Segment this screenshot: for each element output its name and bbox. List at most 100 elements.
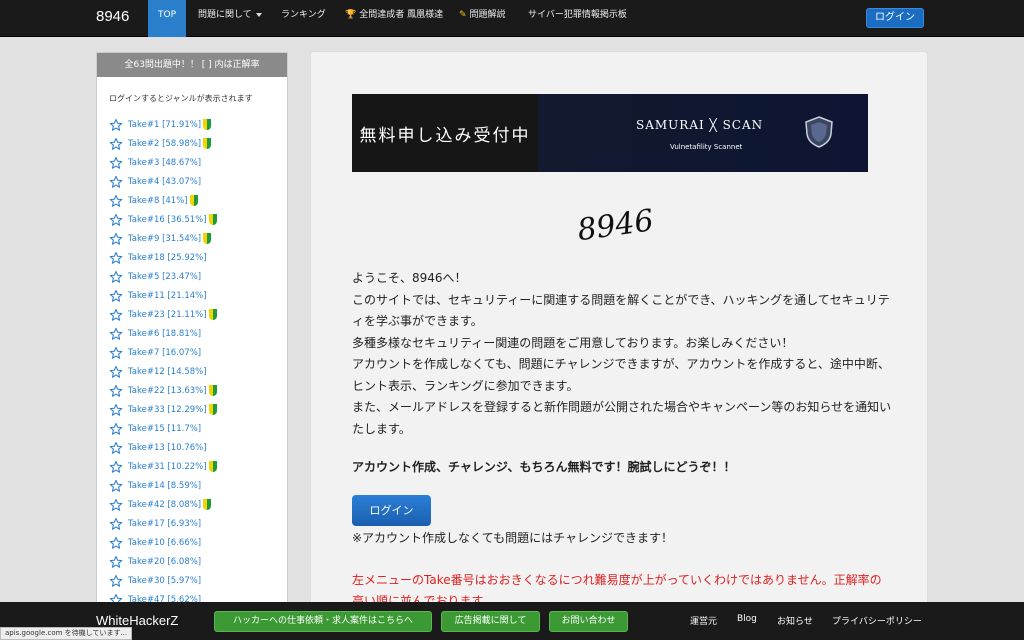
footer-brand[interactable]: WhiteHackerZ <box>96 613 178 628</box>
sidebar-take-item[interactable]: Take#4 [43.07%] <box>109 172 287 191</box>
samurai-scan-banner[interactable]: 無料申し込み受付中 SAMURAI ╳ SCAN Vulnetafility S… <box>352 94 868 172</box>
take-label[interactable]: Take#18 [25.92%] <box>128 253 207 263</box>
star-icon[interactable] <box>109 365 123 379</box>
sidebar-take-item[interactable]: Take#2 [58.98%] <box>109 134 287 153</box>
take-label[interactable]: Take#15 [11.7%] <box>128 424 201 434</box>
free-message: アカウント作成、チャレンジ、もちろん無料です！腕試しにどうぞ！！ <box>352 460 736 474</box>
take-label[interactable]: Take#1 [71.91%] <box>128 120 201 130</box>
take-label[interactable]: Take#33 [12.29%] <box>128 405 207 415</box>
sidebar-take-item[interactable]: Take#11 [21.14%] <box>109 286 287 305</box>
take-label[interactable]: Take#2 [58.98%] <box>128 139 201 149</box>
take-label[interactable]: Take#7 [16.07%] <box>128 348 201 358</box>
sidebar-take-item[interactable]: Take#31 [10.22%] <box>109 457 287 476</box>
contact-button[interactable]: お問い合わせ <box>549 611 628 632</box>
take-label[interactable]: Take#17 [6.93%] <box>128 519 201 529</box>
star-icon[interactable] <box>109 403 123 417</box>
nav-solutions[interactable]: ✎ 問題解説 <box>459 0 506 37</box>
sidebar-take-item[interactable]: Take#16 [36.51%] <box>109 210 287 229</box>
sidebar-take-item[interactable]: Take#1 [71.91%] <box>109 115 287 134</box>
nav-ranking[interactable]: ランキング <box>281 0 326 37</box>
shield-icon <box>805 116 833 148</box>
take-label[interactable]: Take#16 [36.51%] <box>128 215 207 225</box>
take-label[interactable]: Take#5 [23.47%] <box>128 272 201 282</box>
star-icon[interactable] <box>109 232 123 246</box>
sidebar-take-item[interactable]: Take#8 [41%] <box>109 191 287 210</box>
sidebar-take-item[interactable]: Take#30 [5.97%] <box>109 571 287 590</box>
intro-line: このサイトでは、セキュリティーに関連する問題を解くことができ、ハッキングを通して… <box>352 292 890 329</box>
star-icon[interactable] <box>109 460 123 474</box>
star-icon[interactable] <box>109 289 123 303</box>
sidebar-take-item[interactable]: Take#17 [6.93%] <box>109 514 287 533</box>
take-label[interactable]: Take#23 [21.11%] <box>128 310 207 320</box>
star-icon[interactable] <box>109 213 123 227</box>
sidebar-take-item[interactable]: Take#42 [8.08%] <box>109 495 287 514</box>
star-icon[interactable] <box>109 137 123 151</box>
take-label[interactable]: Take#9 [31.54%] <box>128 234 201 244</box>
nav-top[interactable]: TOP <box>148 0 187 37</box>
sidebar-take-item[interactable]: Take#33 [12.29%] <box>109 400 287 419</box>
take-label[interactable]: Take#30 [5.97%] <box>128 576 201 586</box>
trophy-icon: 🏆 <box>345 10 357 20</box>
star-icon[interactable] <box>109 441 123 455</box>
take-label[interactable]: Take#14 [8.59%] <box>128 481 201 491</box>
nav-about[interactable]: 問題に関して <box>198 0 262 37</box>
star-icon[interactable] <box>109 384 123 398</box>
login-note: ※アカウント作成しなくても問題にはチャレンジできます！ <box>352 531 673 545</box>
star-icon[interactable] <box>109 346 123 360</box>
take-label[interactable]: Take#4 [43.07%] <box>128 177 201 187</box>
take-label[interactable]: Take#3 [48.67%] <box>128 158 201 168</box>
take-label[interactable]: Take#12 [14.58%] <box>128 367 207 377</box>
take-label[interactable]: Take#11 [21.14%] <box>128 291 207 301</box>
sidebar-take-item[interactable]: Take#15 [11.7%] <box>109 419 287 438</box>
star-icon[interactable] <box>109 270 123 284</box>
nav-champions-label: 全問達成者 鳳凰様達 <box>359 10 444 20</box>
star-icon[interactable] <box>109 574 123 588</box>
take-label[interactable]: Take#31 [10.22%] <box>128 462 207 472</box>
sidebar-take-item[interactable]: Take#12 [14.58%] <box>109 362 287 381</box>
sidebar-take-item[interactable]: Take#3 [48.67%] <box>109 153 287 172</box>
star-icon[interactable] <box>109 517 123 531</box>
footer-link-blog[interactable]: Blog <box>737 614 757 624</box>
footer-link-operator[interactable]: 運営元 <box>690 614 717 627</box>
take-label[interactable]: Take#22 [13.63%] <box>128 386 207 396</box>
site-brand[interactable]: 8946 <box>96 8 129 25</box>
sidebar-take-item[interactable]: Take#10 [6.66%] <box>109 533 287 552</box>
take-label[interactable]: Take#10 [6.66%] <box>128 538 201 548</box>
star-icon[interactable] <box>109 422 123 436</box>
star-icon[interactable] <box>109 327 123 341</box>
sidebar-take-item[interactable]: Take#5 [23.47%] <box>109 267 287 286</box>
ads-button[interactable]: 広告掲載に関して <box>441 611 540 632</box>
star-icon[interactable] <box>109 555 123 569</box>
take-label[interactable]: Take#13 [10.76%] <box>128 443 207 453</box>
star-icon[interactable] <box>109 156 123 170</box>
take-label[interactable]: Take#42 [8.08%] <box>128 500 201 510</box>
star-icon[interactable] <box>109 251 123 265</box>
sidebar-take-item[interactable]: Take#20 [6.08%] <box>109 552 287 571</box>
nav-cyber-board[interactable]: サイバー犯罪情報掲示板 <box>528 0 627 37</box>
sidebar-take-item[interactable]: Take#9 [31.54%] <box>109 229 287 248</box>
sidebar-take-item[interactable]: Take#22 [13.63%] <box>109 381 287 400</box>
take-label[interactable]: Take#20 [6.08%] <box>128 557 201 567</box>
take-label[interactable]: Take#6 [18.81%] <box>128 329 201 339</box>
login-button-main[interactable]: ログイン <box>352 495 431 526</box>
footer-link-news[interactable]: お知らせ <box>777 614 813 627</box>
star-icon[interactable] <box>109 308 123 322</box>
star-icon[interactable] <box>109 479 123 493</box>
sidebar-take-item[interactable]: Take#13 [10.76%] <box>109 438 287 457</box>
footer-link-privacy[interactable]: プライバシーポリシー <box>832 614 922 627</box>
sidebar-take-item[interactable]: Take#23 [21.11%] <box>109 305 287 324</box>
login-button-top[interactable]: ログイン <box>866 8 924 28</box>
sidebar-take-item[interactable]: Take#14 [8.59%] <box>109 476 287 495</box>
star-icon[interactable] <box>109 175 123 189</box>
sidebar-take-item[interactable]: Take#7 [16.07%] <box>109 343 287 362</box>
star-icon[interactable] <box>109 118 123 132</box>
jobs-button[interactable]: ハッカーへの仕事依頼・求人案件はこちらへ <box>214 611 432 632</box>
star-icon[interactable] <box>109 194 123 208</box>
sidebar-take-item[interactable]: Take#18 [25.92%] <box>109 248 287 267</box>
beginner-mark-icon <box>208 385 217 396</box>
star-icon[interactable] <box>109 536 123 550</box>
sidebar-take-item[interactable]: Take#6 [18.81%] <box>109 324 287 343</box>
star-icon[interactable] <box>109 498 123 512</box>
nav-champions[interactable]: 🏆 全問達成者 鳳凰様達 <box>345 0 443 37</box>
take-label[interactable]: Take#8 [41%] <box>128 196 188 206</box>
